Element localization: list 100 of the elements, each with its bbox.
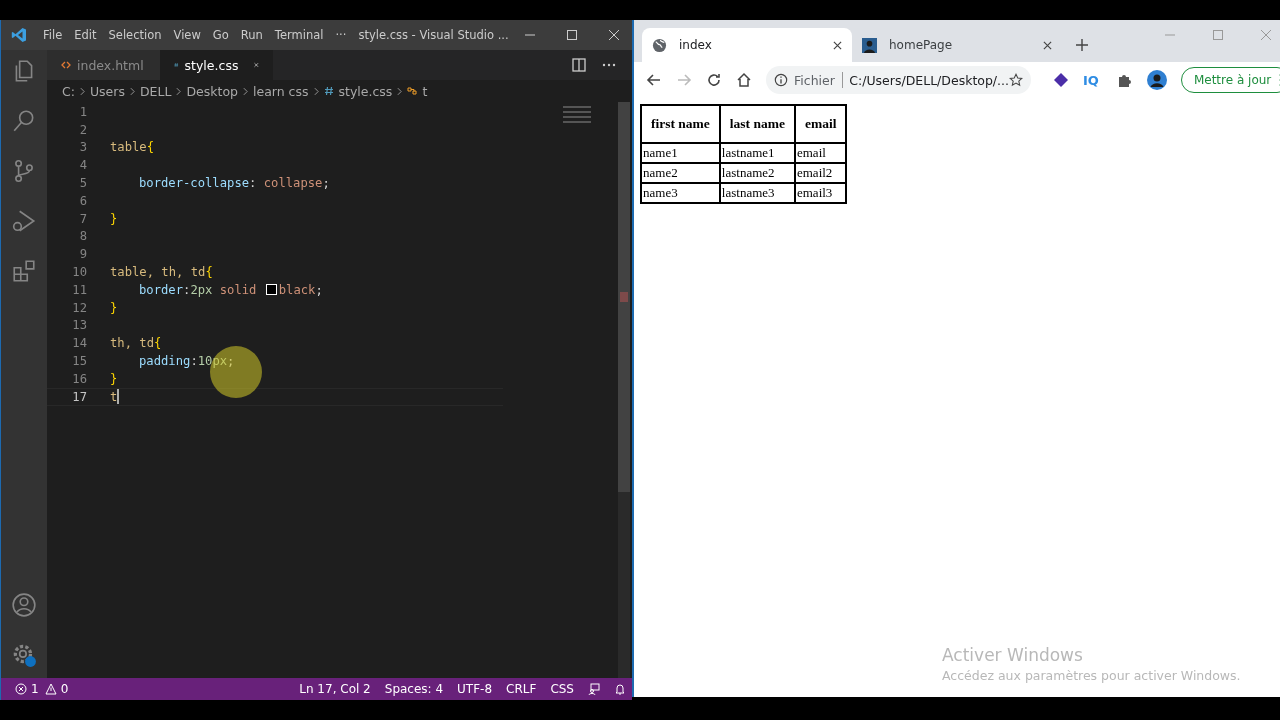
run-debug-icon[interactable]: [11, 208, 37, 234]
status-item[interactable]: CRLF: [506, 682, 537, 696]
error-icon[interactable]: [15, 683, 27, 695]
code-token: ;: [322, 176, 330, 191]
chevron-icon: [79, 86, 85, 96]
extensions-icon[interactable]: [11, 258, 37, 284]
settings-icon[interactable]: [11, 642, 37, 668]
star-icon[interactable]: [1009, 73, 1023, 87]
feedback-icon[interactable]: [588, 683, 600, 695]
code-token: border: [139, 282, 184, 297]
update-button[interactable]: Mettre à jour: [1180, 67, 1280, 93]
new-tab-icon[interactable]: [1076, 39, 1088, 51]
status-item[interactable]: Ln 17, Col 2: [299, 682, 371, 696]
line-number: 8: [78, 229, 87, 244]
table-header: last name: [719, 105, 795, 143]
editor-tab[interactable]: style.css: [160, 50, 273, 80]
code-token: }: [110, 211, 118, 226]
menu-item[interactable]: View: [167, 28, 207, 42]
line-number: 3: [78, 140, 87, 155]
close-tab-icon[interactable]: [833, 40, 842, 50]
puzzle-icon[interactable]: [1116, 72, 1133, 88]
menu-item[interactable]: Selection: [102, 28, 168, 42]
table-header: first name: [641, 105, 720, 143]
browser-tab[interactable]: index: [642, 28, 852, 62]
profile-avatar-icon[interactable]: [1146, 70, 1167, 90]
info-icon: [774, 73, 788, 87]
code-token: t: [110, 389, 118, 404]
bell-icon[interactable]: [614, 683, 626, 695]
reload-icon[interactable]: [706, 72, 722, 88]
line-number: 15: [71, 354, 87, 369]
breadcrumb-item[interactable]: style.css: [338, 83, 393, 99]
code-token: :: [190, 354, 198, 369]
code-token: table, th, td: [110, 265, 206, 280]
line-number: 6: [78, 193, 87, 208]
breadcrumb-item[interactable]: DELL: [139, 83, 172, 99]
table-header: email: [795, 105, 847, 143]
menu-item[interactable]: Go: [206, 28, 235, 42]
close-tab-icon[interactable]: [1043, 40, 1052, 50]
code-token: {: [205, 265, 213, 280]
menu-item[interactable]: ···: [329, 28, 353, 42]
line-number: 7: [78, 211, 87, 226]
table-cell: email: [795, 143, 847, 163]
line-number: 1: [78, 104, 87, 119]
home-icon[interactable]: [736, 72, 752, 88]
code-token: border-collapse: [139, 176, 250, 191]
table-cell: email3: [795, 183, 847, 203]
menu-item[interactable]: File: [37, 28, 69, 42]
table-cell: name2: [641, 163, 720, 183]
code-token: :: [249, 176, 258, 191]
code-token: padding: [139, 354, 191, 369]
table-cell: lastname1: [719, 143, 795, 163]
code-token: 2px: [190, 282, 213, 297]
code-token: {: [154, 336, 162, 351]
split-editor-icon[interactable]: [572, 58, 586, 72]
color-swatch[interactable]: [265, 284, 277, 296]
menu-item[interactable]: Run: [234, 28, 269, 42]
code-token: black: [278, 282, 316, 297]
line-number: 9: [78, 247, 87, 262]
line-number: 12: [71, 300, 87, 315]
editor-tab[interactable]: index.html: [47, 50, 160, 80]
account-icon[interactable]: [11, 592, 37, 618]
chevron-icon: [243, 86, 248, 96]
breadcrumb-item[interactable]: Users: [89, 83, 125, 99]
layers-extension-icon[interactable]: [1053, 72, 1069, 88]
breadcrumb-item[interactable]: Desktop: [186, 83, 238, 99]
html-file-icon: [61, 60, 71, 70]
code-token: }: [110, 371, 118, 386]
menu-item[interactable]: Edit: [68, 28, 103, 42]
warning-count[interactable]: 0: [60, 682, 69, 696]
scrollbar-thumb[interactable]: [618, 102, 630, 492]
scroll-marker: [620, 292, 628, 302]
breadcrumb-item[interactable]: learn css: [253, 83, 309, 99]
code-token: }: [110, 300, 118, 315]
table-cell: name3: [641, 183, 720, 203]
close-tab-icon[interactable]: [254, 60, 259, 70]
code-token: {: [146, 140, 155, 155]
warning-icon[interactable]: [44, 683, 57, 695]
breadcrumb-item[interactable]: t: [422, 83, 428, 99]
line-number: 11: [71, 282, 87, 297]
menu-item[interactable]: Terminal: [268, 28, 330, 42]
chevron-icon: [129, 86, 135, 96]
minimap: [563, 106, 591, 123]
line-number: 2: [78, 122, 87, 137]
chevron-icon: [176, 86, 182, 96]
status-item[interactable]: Spaces: 4: [384, 682, 444, 696]
line-number: 16: [71, 371, 87, 386]
browser-tab[interactable]: homePage: [852, 28, 1062, 62]
status-item[interactable]: CSS: [550, 682, 574, 696]
error-count[interactable]: 1: [31, 682, 39, 696]
globe-icon: [652, 37, 667, 53]
activation-title: Activer Windows: [942, 645, 1084, 665]
activation-message: Accédez aux paramètres pour activer Windows.: [942, 668, 1242, 683]
chevron-icon: [313, 86, 319, 96]
symbol-icon: [407, 86, 418, 96]
back-icon[interactable]: [646, 72, 662, 88]
vscode-logo-icon: [11, 27, 27, 43]
status-item[interactable]: UTF-8: [457, 682, 493, 696]
breadcrumb-item[interactable]: C:: [62, 83, 75, 99]
table-cell: email2: [795, 163, 847, 183]
address-bar[interactable]: Fichier C:/Users/DELL/Desktop/...: [766, 66, 1031, 94]
